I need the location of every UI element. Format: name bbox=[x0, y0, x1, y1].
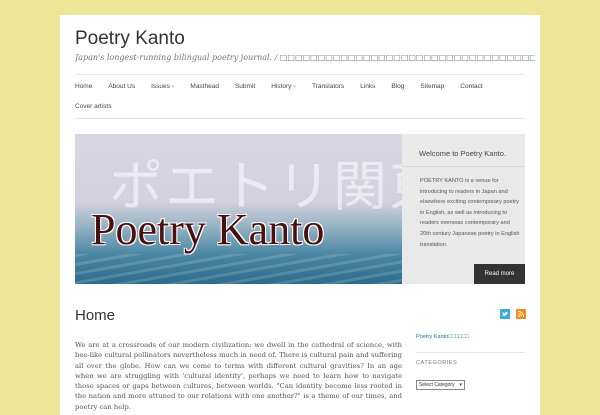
site-tagline: Japan's longest-running bilingual poetry… bbox=[75, 53, 535, 62]
nav-item-masthead[interactable]: Masthead bbox=[190, 83, 219, 90]
welcome-title: Welcome to Poetry Kanto. bbox=[419, 149, 506, 158]
nav-row-1: Home About Us Issues ▾ Masthead Submit History… bbox=[75, 81, 525, 91]
nav-item-issues[interactable]: Issues ▾ bbox=[151, 83, 174, 90]
welcome-divider bbox=[402, 166, 525, 167]
nav-item-label: Issues bbox=[151, 82, 170, 90]
welcome-text: POETRY KANTO is a venue for introducing … bbox=[420, 178, 520, 248]
nav-item-history[interactable]: History ▾ bbox=[271, 83, 296, 90]
nav-item-contact[interactable]: Contact bbox=[460, 83, 482, 90]
nav-item-home[interactable]: Home bbox=[75, 83, 92, 90]
category-select[interactable]: Select Category ▾ bbox=[416, 380, 465, 390]
nav-item-label: Cover artists bbox=[75, 102, 112, 110]
nav-item-links[interactable]: Links bbox=[360, 83, 375, 90]
nav-item-label: Home bbox=[75, 82, 93, 90]
nav-item-label: Blog bbox=[391, 82, 405, 90]
hero-water-texture bbox=[75, 254, 402, 284]
chevron-down-icon: ▾ bbox=[293, 83, 296, 90]
nav-top-divider bbox=[75, 74, 525, 75]
categories-heading: CATEGORIES bbox=[416, 360, 458, 366]
nav-item-translators[interactable]: Translators bbox=[312, 83, 344, 90]
nav-item-sitemap[interactable]: Sitemap bbox=[420, 83, 444, 90]
rss-icon[interactable] bbox=[516, 309, 526, 319]
sidebar-link-poetry-kanto[interactable]: Poetry Kanto□□□□□□ bbox=[416, 334, 521, 340]
nav-item-label: History bbox=[271, 82, 292, 90]
hero-banner[interactable]: ポエトリ関東 Poetry Kanto bbox=[75, 134, 402, 284]
nav-bottom-divider bbox=[75, 118, 525, 119]
main-navigation: Home About Us Issues ▾ Masthead Submit History… bbox=[75, 81, 525, 110]
sidebar-divider bbox=[416, 352, 525, 353]
nav-item-label: Contact bbox=[460, 82, 483, 90]
nav-item-blog[interactable]: Blog bbox=[391, 83, 404, 90]
nav-row-2: Cover artists bbox=[75, 101, 127, 111]
rss-feed-icon bbox=[518, 310, 525, 317]
chevron-down-icon: ▾ bbox=[459, 382, 462, 388]
read-more-button[interactable]: Read more bbox=[474, 264, 525, 284]
site-title[interactable]: Poetry Kanto bbox=[75, 28, 185, 50]
chevron-down-icon: ▾ bbox=[171, 83, 175, 90]
nav-item-submit[interactable]: Submit bbox=[235, 83, 255, 90]
nav-item-label: Links bbox=[360, 82, 376, 90]
twitter-icon[interactable] bbox=[500, 309, 510, 319]
nav-item-label: About Us bbox=[108, 82, 136, 90]
nav-item-label: Submit bbox=[234, 82, 256, 90]
nav-item-label: Translators bbox=[311, 82, 345, 90]
nav-item-about-us[interactable]: About Us bbox=[108, 83, 135, 90]
intro-text: We are at a crossroads of our modern civ… bbox=[75, 341, 402, 411]
nav-item-label: Sitemap bbox=[420, 82, 445, 90]
page-title: Home bbox=[75, 307, 116, 324]
welcome-panel: Welcome to Poetry Kanto. POETRY KANTO is… bbox=[402, 134, 525, 284]
hero-title: Poetry Kanto bbox=[91, 205, 325, 254]
nav-item-label: Masthead bbox=[190, 82, 219, 90]
category-select-value: Select Category bbox=[419, 382, 455, 388]
nav-item-cover-artists[interactable]: Cover artists bbox=[75, 103, 111, 110]
twitter-bird-icon bbox=[502, 311, 508, 316]
page-container: Poetry Kanto Japan's longest-running bil… bbox=[60, 15, 540, 415]
